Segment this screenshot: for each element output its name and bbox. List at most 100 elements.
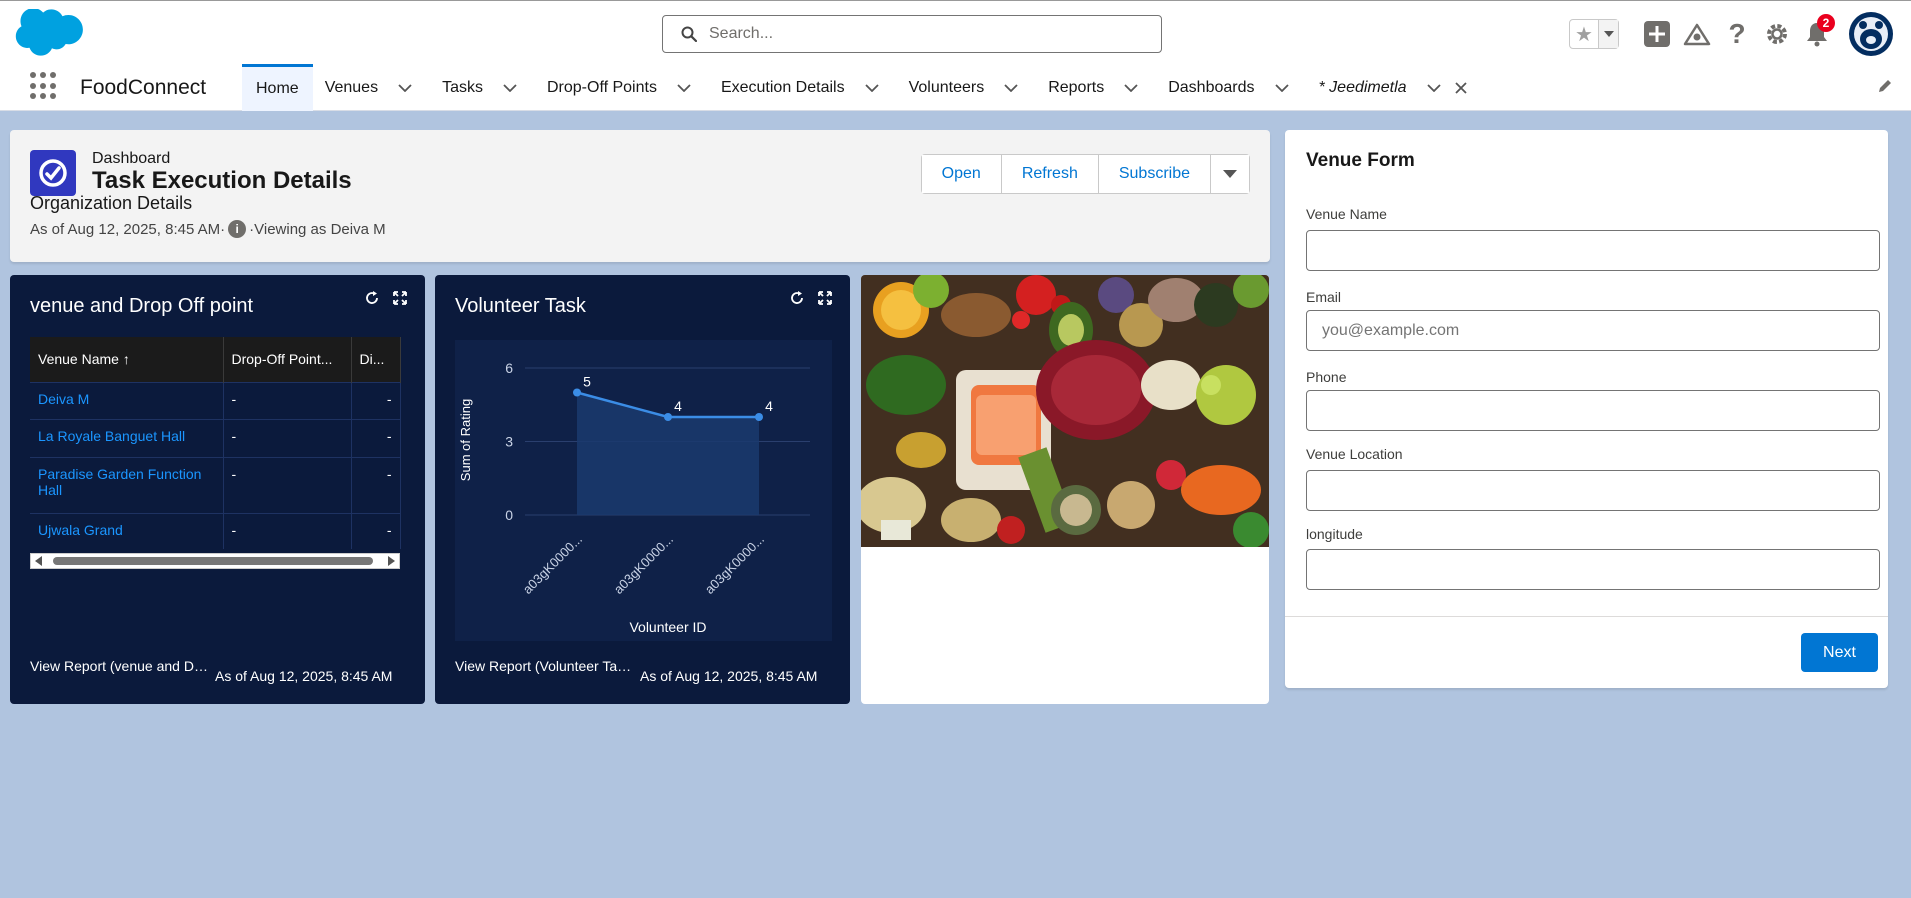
global-header: ★ ? 2 (0, 0, 1911, 64)
dashboard-as-of: As of Aug 12, 2025, 8:45 AM (30, 220, 221, 238)
tab-label: Dashboards (1168, 78, 1255, 96)
column-header-di[interactable]: Di... (351, 337, 401, 382)
tab-dashboards[interactable]: Dashboards (1156, 64, 1306, 111)
app-nav-bar: FoodConnect Home Venues Tasks Drop-Off P… (0, 64, 1911, 111)
setup-button[interactable] (1757, 14, 1797, 54)
trailhead-button[interactable] (1677, 14, 1717, 54)
dashboard-header: Dashboard Task Execution Details Organiz… (10, 130, 1270, 262)
table-row: La Royale Banguet Hall - - (30, 418, 401, 457)
next-button[interactable]: Next (1801, 633, 1878, 672)
venue-location-field[interactable] (1306, 470, 1880, 511)
tab-label: Home (256, 80, 299, 97)
chevron-down-icon[interactable] (669, 83, 699, 92)
y-axis-label: Sum of Rating (458, 399, 473, 481)
favorites-dropdown[interactable] (1598, 20, 1618, 48)
chevron-down-icon[interactable] (1419, 83, 1449, 92)
subscribe-button[interactable]: Subscribe (1098, 155, 1211, 193)
refresh-icon[interactable] (790, 291, 804, 305)
view-report-link[interactable]: View Report (venue and Drop Off point) (30, 658, 210, 674)
chevron-down-icon[interactable] (495, 83, 525, 92)
search-input[interactable] (709, 25, 1129, 43)
global-actions-button[interactable] (1637, 14, 1677, 54)
tab-drop-off-points[interactable]: Drop-Off Points (535, 64, 709, 111)
chevron-down-icon (1603, 31, 1614, 37)
form-divider (1285, 616, 1888, 617)
venue-link[interactable]: La Royale Banguet Hall (38, 428, 185, 444)
nav-tabs: Home Venues Tasks Drop-Off Points Execut… (242, 64, 1473, 111)
scroll-left-icon[interactable] (35, 556, 43, 566)
form-title: Venue Form (1306, 150, 1415, 171)
table-cell: Deiva M (30, 381, 224, 419)
tab-label: Tasks (442, 78, 483, 96)
refresh-icon[interactable] (365, 291, 379, 305)
chart-area (577, 392, 759, 515)
x-tick-label: a03gK0000... (611, 532, 676, 597)
tab-jeedimetla[interactable]: * Jeedimetla (1307, 64, 1473, 111)
y-tick-label: 3 (505, 434, 513, 450)
star-icon[interactable]: ★ (1570, 20, 1598, 48)
column-header-venue-name[interactable]: Venue Name ↑ (30, 337, 224, 382)
venue-link[interactable]: Deiva M (38, 391, 89, 407)
longitude-label: longitude (1306, 526, 1363, 542)
help-button[interactable]: ? (1717, 14, 1757, 54)
notifications-button[interactable]: 2 (1797, 14, 1837, 54)
food-photo (861, 275, 1269, 547)
widget-as-of: As of Aug 12, 2025, 8:45 AM (215, 668, 393, 684)
tab-execution-details[interactable]: Execution Details (709, 64, 897, 111)
scroll-right-icon[interactable] (387, 556, 395, 566)
notification-badge: 2 (1817, 14, 1835, 32)
view-report-link[interactable]: View Report (Volunteer Task) (455, 658, 635, 674)
tab-label: Drop-Off Points (546, 78, 657, 96)
chevron-down-icon[interactable] (1267, 83, 1297, 92)
dashboard-title: Task Execution Details (92, 167, 352, 194)
more-actions-button[interactable] (1211, 155, 1249, 193)
global-search[interactable] (662, 15, 1162, 53)
tab-reports[interactable]: Reports (1036, 64, 1156, 111)
tab-home[interactable]: Home (242, 64, 313, 111)
avatar[interactable] (1849, 12, 1893, 56)
help-icon: ? (1728, 18, 1746, 49)
volunteer-task-chart: 0 3 6 5 4 4 a03gK0000... a03gK0000... a03gK0000.… (458, 360, 810, 635)
chevron-down-icon[interactable] (857, 83, 887, 92)
column-header-drop-off-point[interactable]: Drop-Off Point... (223, 337, 352, 382)
tab-volunteers[interactable]: Volunteers (897, 64, 1037, 111)
close-icon[interactable] (1449, 81, 1473, 94)
chevron-down-icon[interactable] (996, 83, 1026, 92)
x-tick-label: a03gK0000... (520, 532, 585, 597)
widget-controls (365, 291, 407, 305)
chevron-down-icon[interactable] (390, 83, 420, 92)
table-row: Ujwala Grand - - (30, 512, 401, 549)
dashboard-actions: Open Refresh Subscribe (920, 154, 1250, 194)
app-launcher-icon[interactable] (30, 72, 58, 100)
expand-icon[interactable] (393, 291, 407, 305)
tab-tasks[interactable]: Tasks (430, 64, 535, 111)
table-horizontal-scrollbar[interactable] (30, 553, 400, 569)
edit-nav-pencil-icon[interactable] (1877, 78, 1893, 99)
dashboard-subtitle: Organization Details (30, 193, 193, 213)
expand-icon[interactable] (818, 291, 832, 305)
data-point (573, 388, 581, 397)
y-tick-label: 0 (505, 507, 513, 523)
data-label: 4 (674, 398, 682, 414)
table-cell: - (351, 381, 401, 419)
email-field[interactable] (1306, 310, 1880, 351)
data-point (755, 413, 763, 421)
venue-name-label: Venue Name (1306, 206, 1387, 222)
open-button[interactable]: Open (921, 155, 1002, 193)
longitude-field[interactable] (1306, 549, 1880, 590)
phone-field[interactable] (1306, 390, 1880, 431)
venue-name-field[interactable] (1306, 230, 1880, 271)
app-name: FoodConnect (80, 76, 207, 99)
info-icon[interactable]: i (228, 220, 247, 238)
refresh-button[interactable]: Refresh (1001, 155, 1099, 193)
table-row: Deiva M - - (30, 381, 401, 419)
salesforce-logo-icon[interactable] (14, 9, 88, 59)
tab-venues[interactable]: Venues (313, 64, 430, 111)
chevron-down-icon[interactable] (1116, 83, 1146, 92)
email-label: Email (1306, 289, 1342, 305)
venue-link[interactable]: Paradise Garden Function Hall (38, 466, 201, 498)
trailhead-icon (1683, 23, 1711, 46)
table-cell: - (351, 456, 401, 513)
venue-link[interactable]: Ujwala Grand (38, 522, 123, 538)
scrollbar-thumb[interactable] (53, 557, 373, 565)
